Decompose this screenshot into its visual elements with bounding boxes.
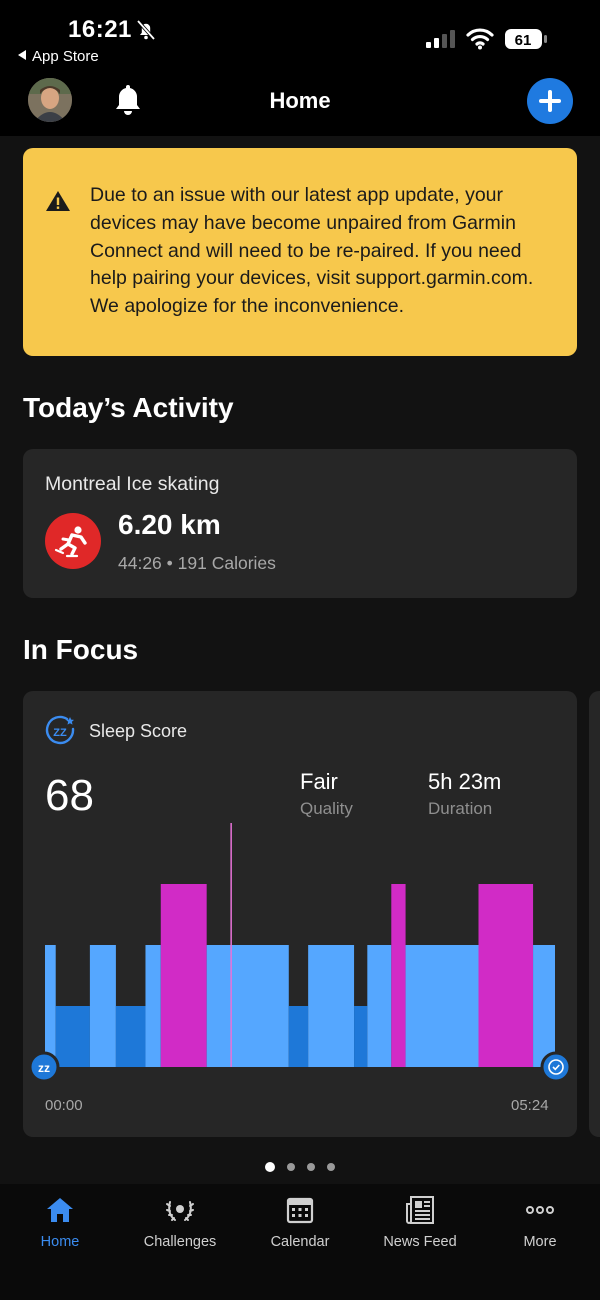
tab-label: Calendar bbox=[270, 1234, 330, 1250]
sleep-segment-rem bbox=[478, 884, 534, 1067]
back-label: App Store bbox=[32, 48, 99, 65]
sleep-score-title: Sleep Score bbox=[89, 721, 188, 741]
activity-name: Montreal Ice skating bbox=[45, 473, 220, 495]
in-focus-heading: In Focus bbox=[23, 634, 139, 665]
sleep-segment-rem bbox=[160, 884, 207, 1067]
sleep-score-icon: ZZ bbox=[45, 715, 75, 745]
alert-message: Due to an issue with our latest app upda… bbox=[90, 184, 534, 318]
activity-stats: 44:26 • 191 Calories bbox=[118, 553, 276, 573]
home-feed[interactable]: Due to an issue with our latest app upda… bbox=[0, 136, 600, 1184]
sleep-start-time: 00:00 bbox=[45, 1097, 83, 1114]
calendar-icon bbox=[286, 1197, 314, 1224]
back-to-app-store-link[interactable]: App Store bbox=[18, 48, 99, 65]
laurel-icon bbox=[166, 1201, 194, 1221]
status-time: 16:21 bbox=[68, 16, 132, 43]
add-button[interactable] bbox=[527, 78, 573, 124]
activity-card[interactable]: Montreal Ice skating 6.20 km 44:26 • 191… bbox=[23, 449, 577, 598]
next-focus-card[interactable] bbox=[589, 691, 600, 1137]
sleep-segment-light bbox=[206, 945, 289, 1067]
tab-label: News Feed bbox=[383, 1234, 457, 1250]
bell-muted-icon bbox=[136, 19, 156, 41]
tab-label: Challenges bbox=[143, 1234, 217, 1250]
sleep-segment-light bbox=[45, 945, 56, 1067]
sleep-quality-value: Fair bbox=[300, 769, 338, 794]
wifi-icon bbox=[466, 28, 494, 50]
sleep-segment-deep bbox=[288, 1006, 309, 1067]
tab-calendar[interactable]: Calendar bbox=[240, 1194, 360, 1264]
tab-challenges[interactable]: Challenges bbox=[120, 1194, 240, 1264]
tab-more[interactable]: More bbox=[480, 1194, 600, 1264]
sleep-segment-deep bbox=[115, 1006, 146, 1067]
todays-activity-heading: Today’s Activity bbox=[23, 392, 234, 423]
sleep-segment-rem bbox=[391, 884, 406, 1067]
battery-icon: 61 bbox=[505, 29, 547, 49]
sleep-segment-light bbox=[533, 945, 555, 1067]
svg-text:zz: zz bbox=[38, 1061, 50, 1075]
activity-distance: 6.20 km bbox=[118, 509, 221, 540]
tab-label: More bbox=[523, 1234, 557, 1250]
sleep-start-icon: zz bbox=[28, 1051, 60, 1081]
tab-home[interactable]: Home bbox=[0, 1194, 120, 1264]
newspaper-icon bbox=[406, 1196, 434, 1224]
sleep-duration-label: Duration bbox=[428, 799, 493, 818]
app-update-alert: Due to an issue with our latest app upda… bbox=[23, 148, 577, 356]
cellular-signal-icon bbox=[426, 30, 455, 48]
sleep-score-card[interactable]: ZZ Sleep Score 68 Fair Quality 5h 23m Du… bbox=[23, 691, 577, 1137]
sleep-segment-deep bbox=[354, 1006, 368, 1067]
battery-level: 61 bbox=[515, 32, 532, 49]
sleep-duration-value: 5h 23m bbox=[428, 769, 502, 794]
sleep-score-value: 68 bbox=[45, 771, 94, 820]
back-arrow-icon bbox=[18, 50, 26, 60]
sleep-stages-chart: zz bbox=[28, 823, 572, 1081]
sleep-segment-deep bbox=[55, 1006, 90, 1067]
sleep-segment-light bbox=[308, 945, 355, 1067]
more-icon bbox=[526, 1206, 554, 1214]
sleep-end-time: 05:24 bbox=[511, 1097, 549, 1114]
bottom-tab-bar: Home Challenges Calendar News Feed More bbox=[0, 1184, 600, 1300]
sleep-segment-light bbox=[405, 945, 479, 1067]
sleep-segment-light bbox=[89, 945, 116, 1067]
tab-label: Home bbox=[40, 1234, 80, 1250]
wake-time-icon bbox=[540, 1051, 572, 1081]
carousel-dot[interactable] bbox=[287, 1163, 295, 1171]
carousel-dot[interactable] bbox=[265, 1162, 275, 1172]
sleep-segment-light bbox=[367, 945, 392, 1067]
tab-news-feed[interactable]: News Feed bbox=[360, 1194, 480, 1264]
carousel-dot[interactable] bbox=[307, 1163, 315, 1171]
warning-icon bbox=[46, 191, 70, 211]
carousel-dot[interactable] bbox=[327, 1163, 335, 1171]
home-icon bbox=[47, 1198, 73, 1222]
carousel-page-indicator[interactable] bbox=[0, 1158, 600, 1176]
svg-text:ZZ: ZZ bbox=[53, 727, 67, 739]
page-title: Home bbox=[269, 88, 331, 113]
sleep-segment-light bbox=[145, 945, 161, 1067]
status-bar: 16:21 App Store 61 bbox=[0, 0, 600, 70]
sleep-quality-label: Quality bbox=[300, 799, 353, 818]
app-header: Home bbox=[0, 70, 600, 136]
ice-skating-icon bbox=[45, 513, 101, 569]
